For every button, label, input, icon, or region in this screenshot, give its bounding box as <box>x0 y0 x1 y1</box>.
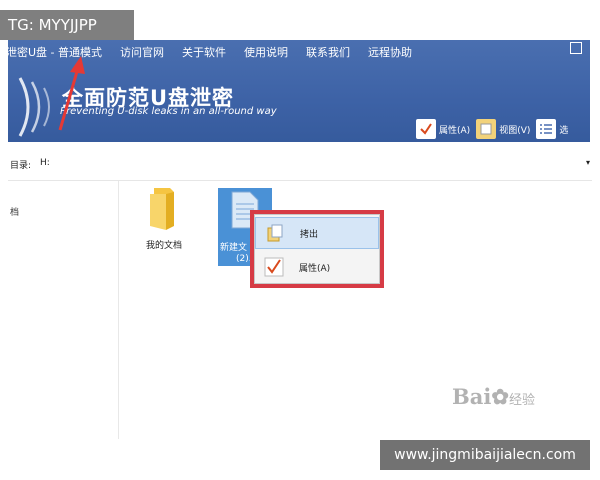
context-menu: 拷出 属性(A) <box>254 214 380 284</box>
select-label: 选 <box>559 125 569 136</box>
check-icon <box>416 119 436 139</box>
properties-menu-label: 属性(A) <box>299 263 331 274</box>
paw-icon: ✿ <box>491 384 509 409</box>
checklist-icon <box>536 119 557 139</box>
menu-item-instructions[interactable]: 使用说明 <box>235 44 297 60</box>
view-label: 视图(V) <box>499 125 531 136</box>
watermark-tag: TG: MYYJJPP <box>0 10 134 40</box>
context-menu-properties[interactable]: 属性(A) <box>255 251 379 283</box>
select-toolbar-button[interactable]: 选 <box>536 119 568 139</box>
eject-label: 拷出 <box>300 229 319 240</box>
menu-item-about[interactable]: 关于软件 <box>173 44 235 60</box>
sidebar: 档 <box>8 181 119 439</box>
sidebar-item-documents[interactable]: 档 <box>10 205 19 218</box>
baidu-watermark: Bai✿经验 <box>452 384 535 409</box>
folder-my-documents[interactable]: 我的文档 <box>140 186 188 251</box>
context-menu-eject[interactable]: 拷出 <box>255 217 379 249</box>
url-watermark: www.jingmibaijialecn.com <box>380 440 590 470</box>
properties-label: 属性(A) <box>439 125 471 136</box>
file-label: 新建文 <box>220 243 248 253</box>
folder-icon <box>150 188 174 230</box>
view-toolbar-button[interactable]: 视图(V) <box>476 119 530 139</box>
check-icon <box>263 256 285 278</box>
menu-bar: 泄密U盘 - 普通模式 访问官网 关于软件 使用说明 联系我们 远程协助 <box>8 40 590 64</box>
baidu-watermark-text: Bai <box>452 384 492 409</box>
red-arrow-icon <box>58 56 85 131</box>
path-bar: 目录: H: ▾ <box>8 156 592 174</box>
path-label: 目录: <box>10 161 32 171</box>
maximize-icon[interactable] <box>570 42 582 54</box>
toolbar: 属性(A) 视图(V) 选 <box>416 116 568 142</box>
menu-item-contact[interactable]: 联系我们 <box>297 44 359 60</box>
chevron-down-icon[interactable]: ▾ <box>586 158 590 167</box>
menu-item-official-site[interactable]: 访问官网 <box>111 44 173 60</box>
properties-toolbar-button[interactable]: 属性(A) <box>416 119 470 139</box>
app-header: 泄密U盘 - 普通模式 访问官网 关于软件 使用说明 联系我们 远程协助 全面防… <box>8 40 590 142</box>
menu-item-remote-help[interactable]: 远程协助 <box>359 44 421 60</box>
baidu-watermark-cn: 经验 <box>508 393 535 408</box>
path-input[interactable]: H: <box>40 158 50 168</box>
view-icon <box>476 119 497 139</box>
folder-label: 我的文档 <box>145 241 182 251</box>
copy-icon <box>264 222 286 244</box>
signal-arcs-icon <box>18 77 50 137</box>
